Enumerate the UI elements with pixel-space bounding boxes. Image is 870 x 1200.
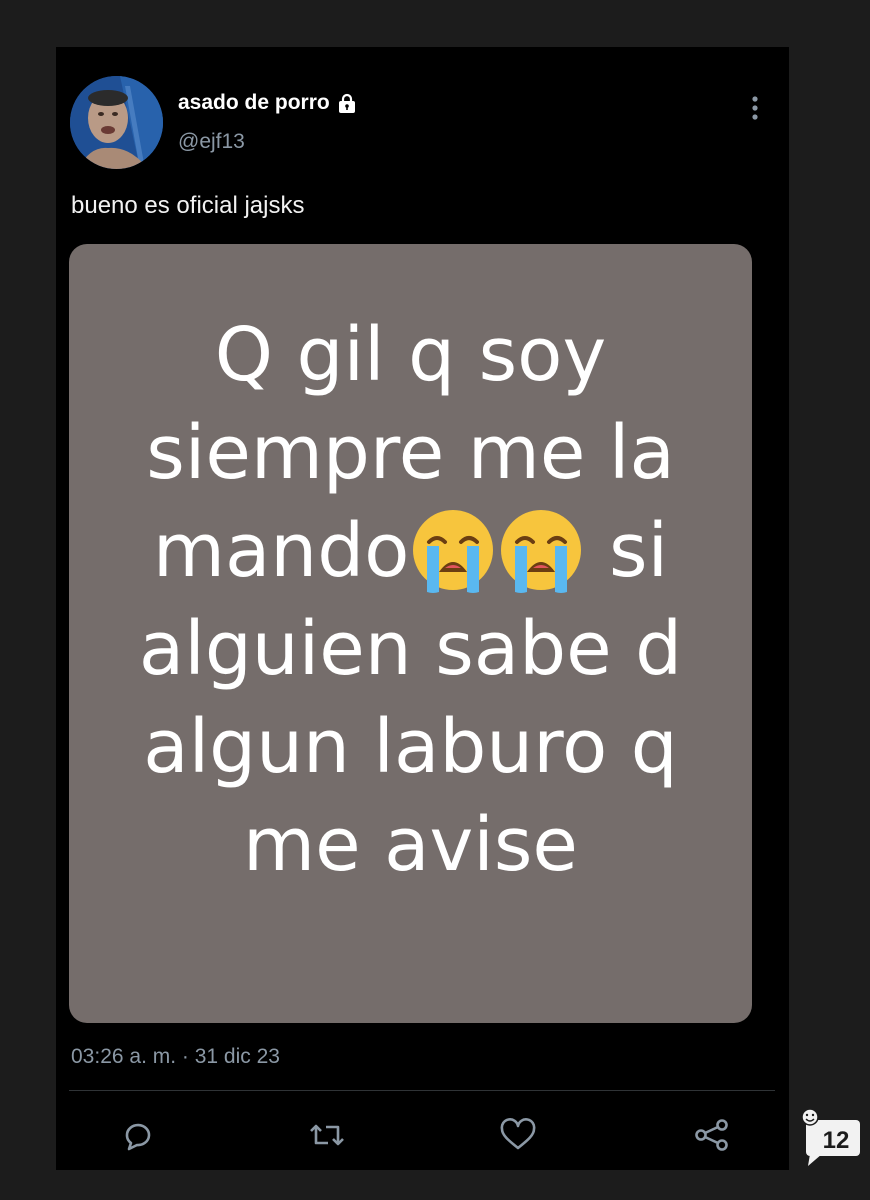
user-handle[interactable]: @ejf13 [178, 130, 245, 154]
media-line-3-end: si [585, 508, 669, 594]
screenshot-frame: asado de porro @ejf13 bueno es oficial j… [0, 0, 870, 1200]
media-line-6: me avise [243, 802, 578, 888]
watermark-badge: 12 [800, 1106, 864, 1166]
media-line-1: Q gil q soy [214, 312, 607, 398]
share-button[interactable] [692, 1117, 732, 1153]
watermark-count: 12 [823, 1127, 850, 1154]
media-line-3-start: mando [152, 508, 410, 594]
display-name-text: asado de porro [178, 91, 330, 114]
heart-icon [500, 1118, 536, 1150]
reply-icon [125, 1123, 151, 1151]
loudly-crying-face-icon [501, 510, 582, 593]
lock-icon [338, 93, 355, 113]
tweet-text: bueno es oficial jajsks [71, 192, 305, 219]
media-line-3: mando si [69, 502, 752, 600]
avatar-image [70, 76, 163, 169]
tweet-media-image[interactable]: Q gil q soy siempre me la mando si algui… [69, 244, 752, 1023]
tweet-card: asado de porro @ejf13 bueno es oficial j… [56, 47, 789, 1170]
loudly-crying-face-icon [413, 510, 494, 593]
more-options-icon[interactable] [747, 95, 763, 121]
display-name[interactable]: asado de porro [178, 91, 358, 115]
like-button[interactable] [498, 1117, 538, 1153]
media-caption: Q gil q soy siempre me la mando si algui… [69, 306, 752, 894]
avatar[interactable] [70, 76, 163, 169]
retweet-icon [310, 1124, 344, 1146]
media-line-5: algun laburo q [143, 704, 678, 790]
media-line-2: siempre me la [146, 410, 675, 496]
speech-bubble-icon: 12 [801, 1108, 860, 1166]
media-line-4: alguien sabe d [138, 606, 683, 692]
reply-button[interactable] [119, 1117, 159, 1153]
divider [69, 1090, 775, 1091]
share-icon [695, 1119, 728, 1151]
retweet-button[interactable] [307, 1117, 347, 1153]
tweet-timestamp[interactable]: 03:26 a. m. · 31 dic 23 [71, 1045, 280, 1069]
